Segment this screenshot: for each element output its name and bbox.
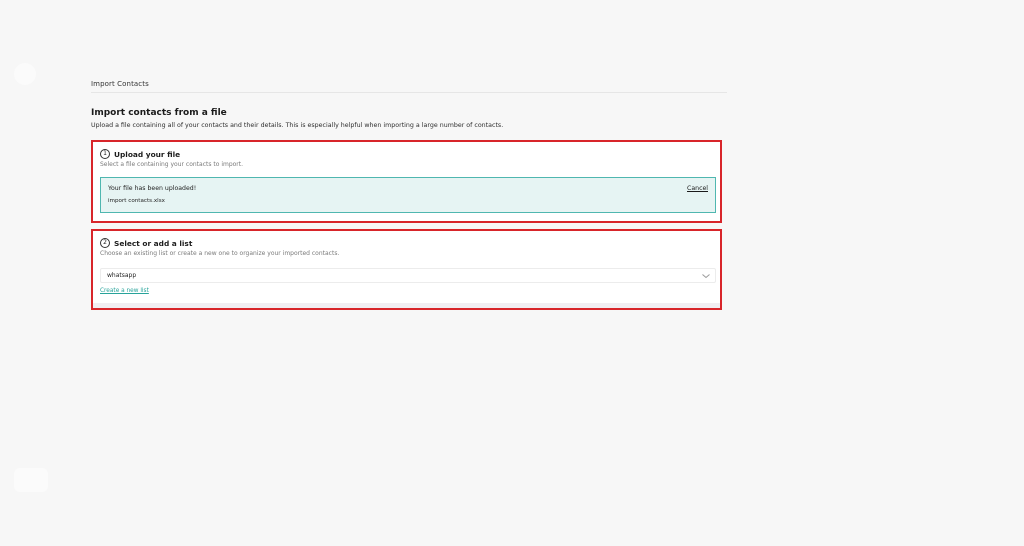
select-list-step: 2 Select or add a list Choose an existin… — [91, 229, 722, 310]
selected-list-value: whatsapp — [107, 272, 137, 279]
chevron-down-icon — [702, 274, 710, 279]
card-footer-divider — [93, 303, 720, 308]
step-title: Select or add a list — [114, 238, 193, 248]
breadcrumb-import-contacts[interactable]: Import Contacts — [91, 80, 149, 88]
create-new-list-link[interactable]: Create a new list — [100, 288, 149, 294]
page-description: Upload a file containing all of your con… — [91, 122, 504, 129]
step-subtitle: Choose an existing list or create a new … — [100, 250, 340, 257]
step-header: 2 Select or add a list — [100, 238, 192, 248]
faded-avatar — [14, 63, 36, 85]
upload-success-message: Your file has been uploaded! — [108, 185, 197, 192]
upload-status-box: Your file has been uploaded! import cont… — [100, 177, 716, 213]
cancel-upload-link[interactable]: Cancel — [687, 185, 708, 192]
import-contacts-page: Import Contacts Import contacts from a f… — [0, 0, 1024, 546]
upload-file-step: 1 Upload your file Select a file contain… — [91, 140, 722, 223]
step-title: Upload your file — [114, 149, 181, 159]
breadcrumb: Import Contacts — [91, 71, 727, 93]
faded-badge — [14, 468, 48, 492]
list-select-dropdown[interactable]: whatsapp — [100, 268, 716, 283]
step-header: 1 Upload your file — [100, 149, 180, 159]
step-number-badge: 1 — [100, 149, 110, 159]
uploaded-file-name: import contacts.xlsx — [108, 198, 165, 204]
page-title: Import contacts from a file — [91, 108, 227, 118]
step-subtitle: Select a file containing your contacts t… — [100, 161, 244, 168]
step-number-badge: 2 — [100, 238, 110, 248]
